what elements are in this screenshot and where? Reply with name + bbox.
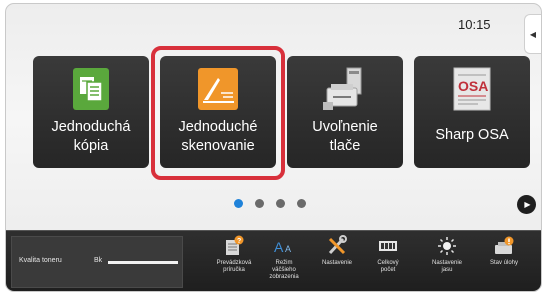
side-panel-tab[interactable]: ◀ [524, 14, 541, 54]
page-dot[interactable] [297, 199, 306, 208]
page-indicator [234, 199, 306, 208]
copy-icon [73, 68, 109, 110]
total-count-button[interactable]: Celkový počet [360, 235, 416, 274]
bottom-item-label: Celkový počet [377, 260, 399, 273]
bottom-item-label: Režim väčšieho zobrazenia [269, 260, 299, 280]
page-dot[interactable] [234, 199, 243, 208]
bottom-item-label: Nastavenie jasu [431, 260, 463, 273]
settings-button[interactable]: Nastavenie [309, 235, 365, 267]
job-status-button[interactable]: Stav úlohy [476, 235, 532, 267]
tile-label: Uvoľnenie tlače [312, 119, 378, 154]
page-dot[interactable] [276, 199, 285, 208]
brightness-icon [438, 237, 456, 255]
tile-sharp-osa[interactable]: OSA Sharp OSA [414, 56, 530, 168]
play-right-icon: ▶ [524, 200, 531, 209]
tile-label: Jednoduchá kópia [51, 119, 131, 154]
bottom-item-label: Prevádzková príručka [216, 260, 252, 273]
home-screen: 10:15 ◀ Jednoduchá kópia Jednoduché sken… [5, 3, 542, 292]
page-dot[interactable] [255, 199, 264, 208]
clock: 10:15 [458, 17, 491, 32]
large-display-mode-button[interactable]: A A Režim väčšieho zobrazenia [256, 235, 312, 281]
next-page-button[interactable]: ▶ [517, 195, 536, 214]
toner-status-panel: Kvalita toneru Bk [11, 236, 183, 288]
bottom-item-label: Nastavenie [321, 260, 353, 266]
manual-button[interactable]: ? Prevádzková príručka [206, 235, 262, 274]
bottom-bar: Kvalita toneru Bk ? Prevádzková príručka… [6, 230, 541, 291]
settings-tools-icon [328, 235, 347, 255]
job-status-icon [495, 236, 514, 254]
bottom-item-label: Stav úlohy [489, 260, 519, 266]
print-release-icon [323, 67, 362, 110]
toner-level-fill [108, 261, 178, 264]
svg-text:OSA: OSA [458, 78, 488, 94]
sharp-osa-icon: OSA [453, 67, 491, 111]
toner-level-bar [108, 261, 178, 264]
counter-icon [379, 241, 397, 251]
svg-text:A: A [274, 239, 284, 255]
selected-tile-highlight [151, 46, 285, 180]
svg-text:A: A [285, 244, 291, 254]
chevron-left-icon: ◀ [529, 29, 537, 39]
manual-icon: ? [226, 235, 244, 255]
tile-simple-copy[interactable]: Jednoduchá kópia [33, 56, 149, 168]
tile-label: Sharp OSA [435, 127, 509, 143]
brightness-button[interactable]: Nastavenie jasu [419, 235, 475, 274]
svg-text:?: ? [237, 238, 241, 245]
toner-color-label: Bk [94, 257, 103, 264]
large-display-icon: A A [274, 239, 291, 255]
toner-label: Kvalita toneru [19, 257, 62, 264]
tile-print-release[interactable]: Uvoľnenie tlače [287, 56, 403, 168]
